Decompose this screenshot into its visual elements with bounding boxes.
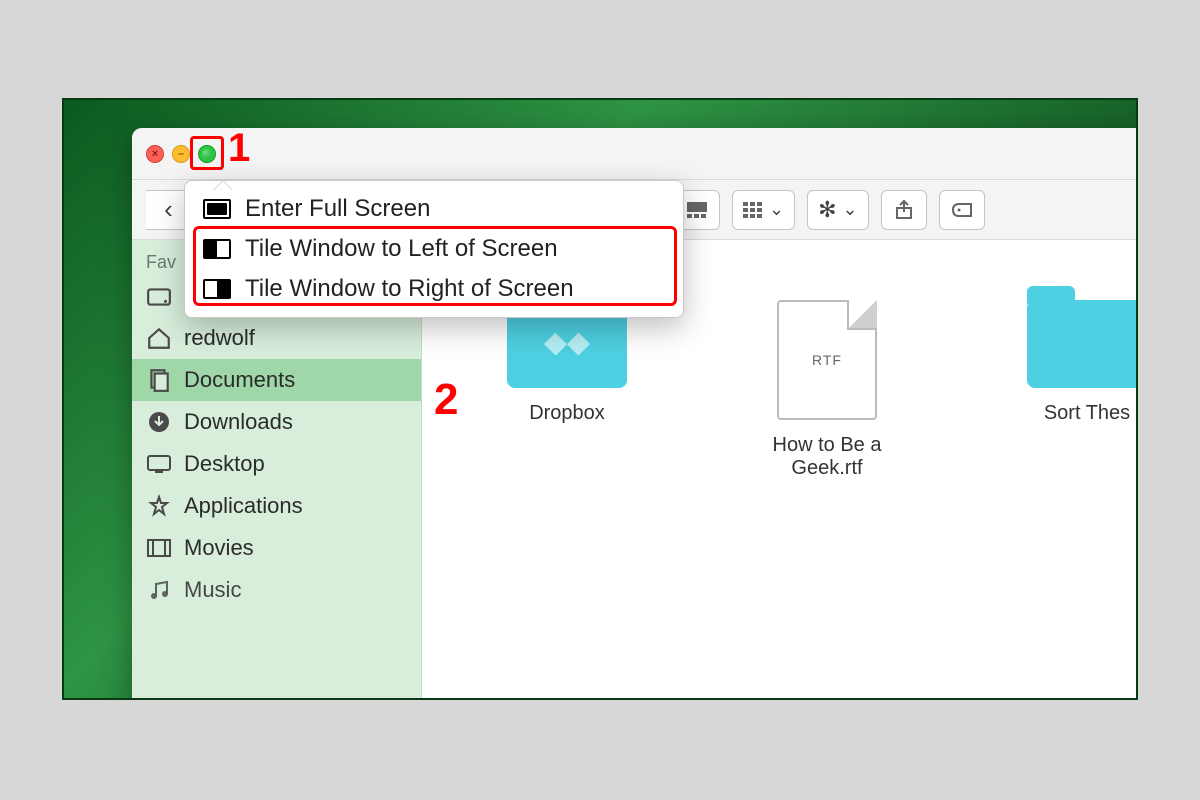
sidebar-item-home[interactable]: redwolf (132, 317, 421, 359)
group-by-button[interactable]: ⌄ (732, 190, 795, 230)
sidebar-item-music[interactable]: Music (132, 569, 421, 611)
annotation-number-2: 2 (434, 375, 458, 425)
home-icon (146, 326, 172, 350)
desktop-icon (146, 452, 172, 476)
file-label: Sort Thes (1044, 402, 1130, 425)
close-button[interactable]: × (146, 145, 164, 163)
tag-icon (951, 202, 973, 218)
sidebar-item-documents[interactable]: Documents (132, 359, 421, 401)
movies-icon (146, 536, 172, 560)
annotation-box-1 (190, 136, 224, 170)
sidebar-item-label: Documents (184, 367, 295, 393)
file-item-rtf[interactable]: RTF How to Be a Geek.rtf (742, 300, 912, 480)
file-item-folder[interactable]: Sort Thes (1002, 300, 1138, 480)
sidebar-item-label: redwolf (184, 325, 255, 351)
sidebar-item-label: Downloads (184, 409, 293, 435)
chevron-down-icon: ⌄ (769, 199, 784, 220)
chevron-down-icon: ⌄ (843, 199, 858, 220)
grid-small-icon (743, 202, 763, 218)
sidebar-item-label: Music (184, 577, 241, 603)
rtf-badge: RTF (812, 352, 842, 368)
sidebar-item-label: Movies (184, 535, 254, 561)
file-label: How to Be a Geek.rtf (742, 434, 912, 480)
desktop-background: × – 1 Docum ‹ (62, 98, 1138, 700)
applications-icon (146, 494, 172, 518)
fullscreen-icon (203, 199, 231, 219)
minimize-button[interactable]: – (172, 145, 190, 163)
file-item-dropbox[interactable]: Dropbox (482, 300, 652, 480)
tags-button[interactable] (939, 190, 985, 230)
sidebar-item-applications[interactable]: Applications (132, 485, 421, 527)
share-button[interactable] (881, 190, 927, 230)
sidebar-item-label: Applications (184, 493, 303, 519)
share-icon (895, 200, 913, 220)
sidebar-item-movies[interactable]: Movies (132, 527, 421, 569)
document-icon: RTF (777, 300, 877, 420)
gear-icon: ✻ (818, 197, 836, 223)
finder-window: × – 1 Docum ‹ (132, 128, 1138, 700)
gallery-icon (687, 202, 707, 218)
menu-enter-full-screen[interactable]: Enter Full Screen (185, 189, 683, 229)
drive-icon (146, 285, 172, 309)
window-maximize-menu: Enter Full Screen Tile Window to Left of… (184, 180, 684, 318)
action-button[interactable]: ✻ ⌄ (807, 190, 869, 230)
music-icon (146, 578, 172, 602)
folder-icon (1027, 300, 1138, 388)
file-label: Dropbox (529, 402, 605, 425)
downloads-icon (146, 410, 172, 434)
window-titlebar: × – 1 Docum (132, 128, 1138, 180)
documents-icon (146, 368, 172, 392)
annotation-box-2 (193, 226, 677, 306)
sidebar-item-label: Desktop (184, 451, 265, 477)
sidebar-item-downloads[interactable]: Downloads (132, 401, 421, 443)
annotation-number-1: 1 (228, 126, 250, 171)
menu-item-label: Enter Full Screen (245, 195, 430, 223)
sidebar-item-desktop[interactable]: Desktop (132, 443, 421, 485)
